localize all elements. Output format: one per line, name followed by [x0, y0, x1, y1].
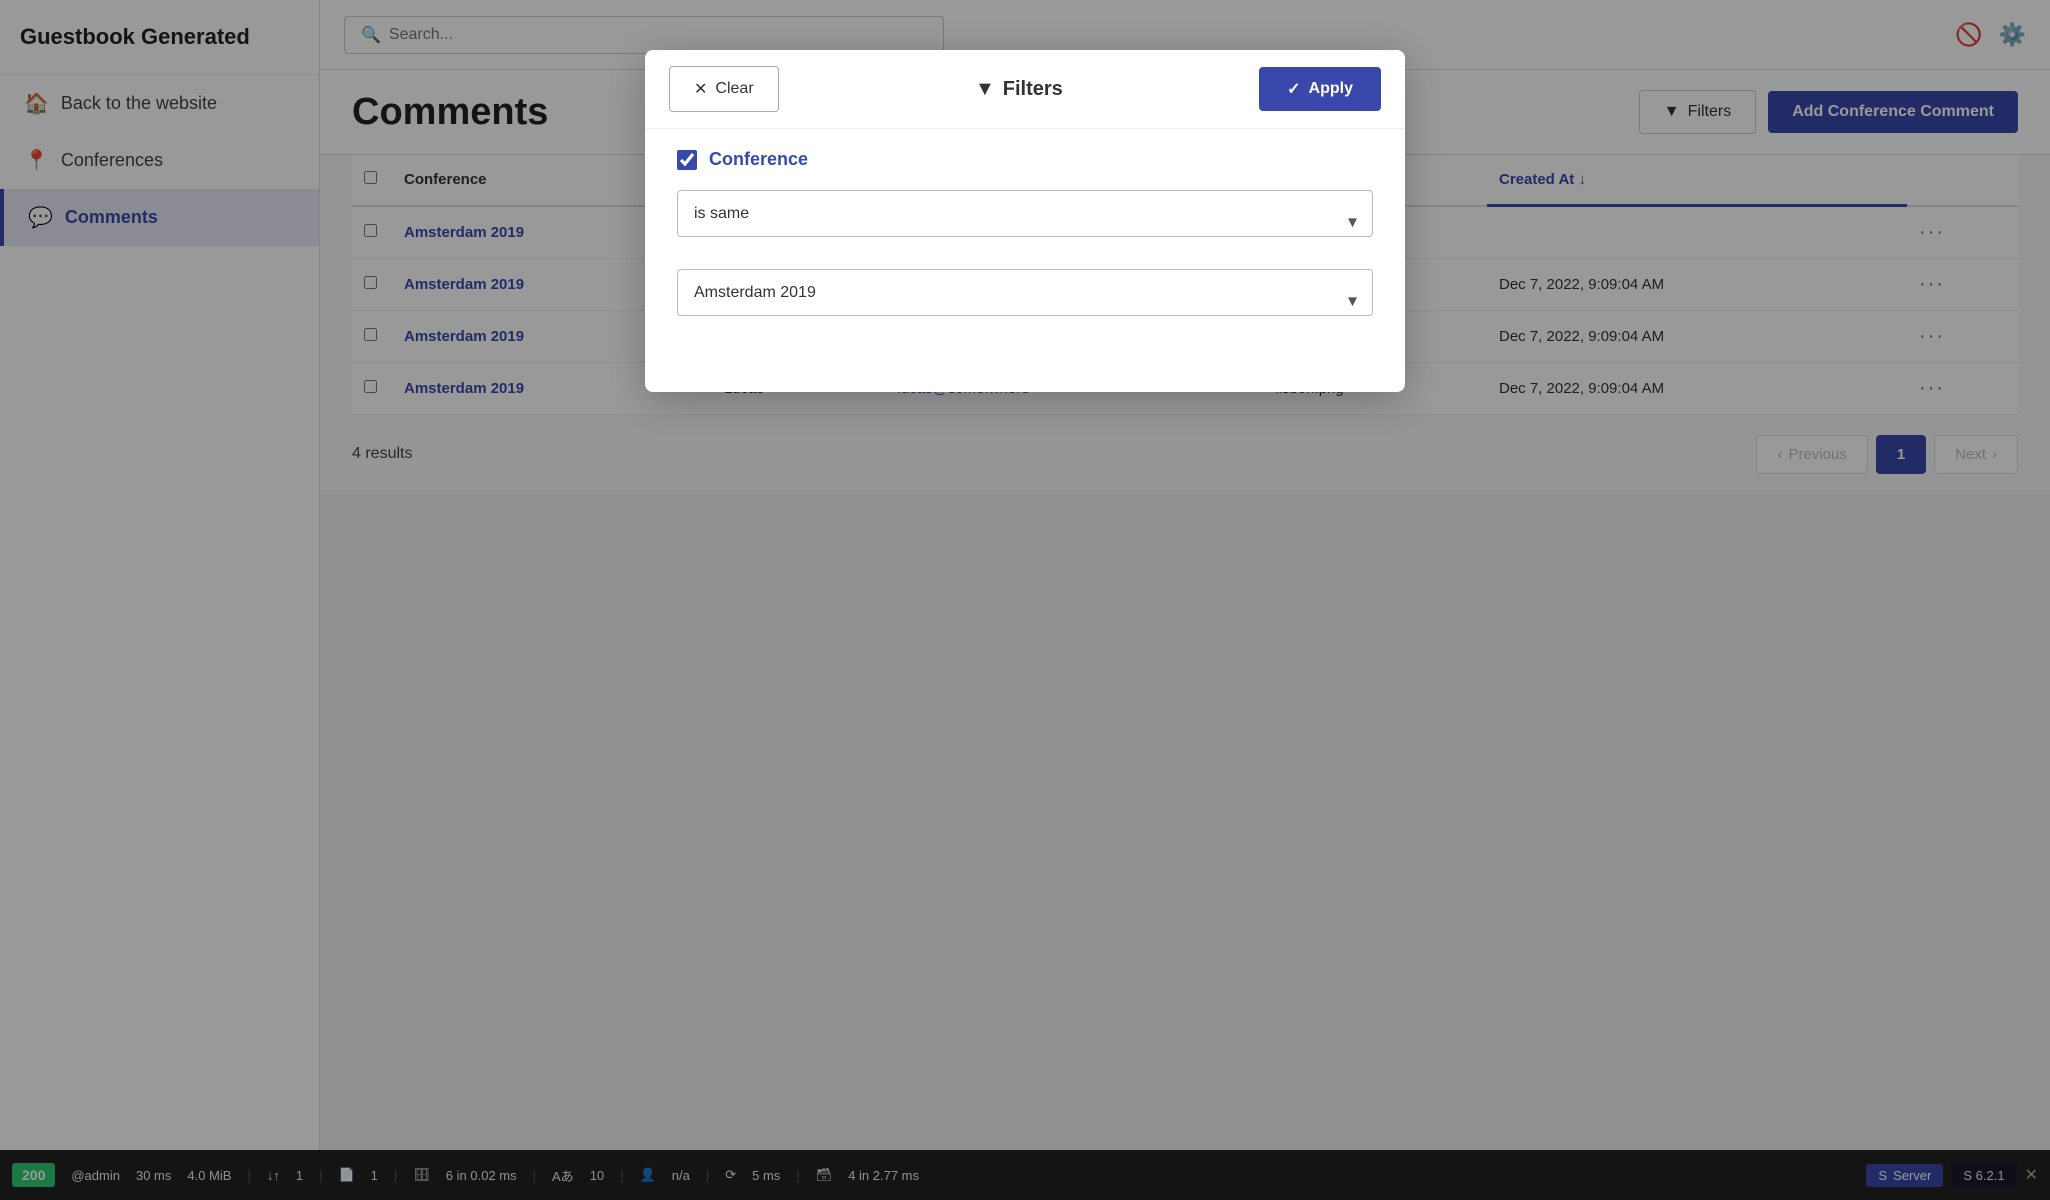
filter-checkbox-row: Conference	[677, 149, 1373, 170]
x-icon: ✕	[694, 79, 707, 99]
filter-title: ▼ Filters	[975, 78, 1063, 101]
filter-modal-body: Conference is sameis not samecontainsdoe…	[645, 129, 1405, 368]
check-icon: ✓	[1287, 79, 1300, 99]
funnel-icon: ▼	[975, 78, 995, 101]
filter-modal: ✕ Clear ▼ Filters ✓ Apply Conference is …	[645, 50, 1405, 392]
conference-filter-label[interactable]: Conference	[709, 149, 808, 170]
filter-modal-header: ✕ Clear ▼ Filters ✓ Apply	[645, 50, 1405, 129]
clear-button[interactable]: ✕ Clear	[669, 66, 779, 112]
value-select[interactable]: Amsterdam 2019Berlin 2020Paris 2021	[677, 269, 1373, 316]
value-select-wrapper: Amsterdam 2019Berlin 2020Paris 2021	[677, 269, 1373, 332]
condition-select-wrapper: is sameis not samecontainsdoes not conta…	[677, 190, 1373, 253]
conference-filter-checkbox[interactable]	[677, 150, 697, 170]
apply-button[interactable]: ✓ Apply	[1259, 67, 1381, 111]
condition-select[interactable]: is sameis not samecontainsdoes not conta…	[677, 190, 1373, 237]
